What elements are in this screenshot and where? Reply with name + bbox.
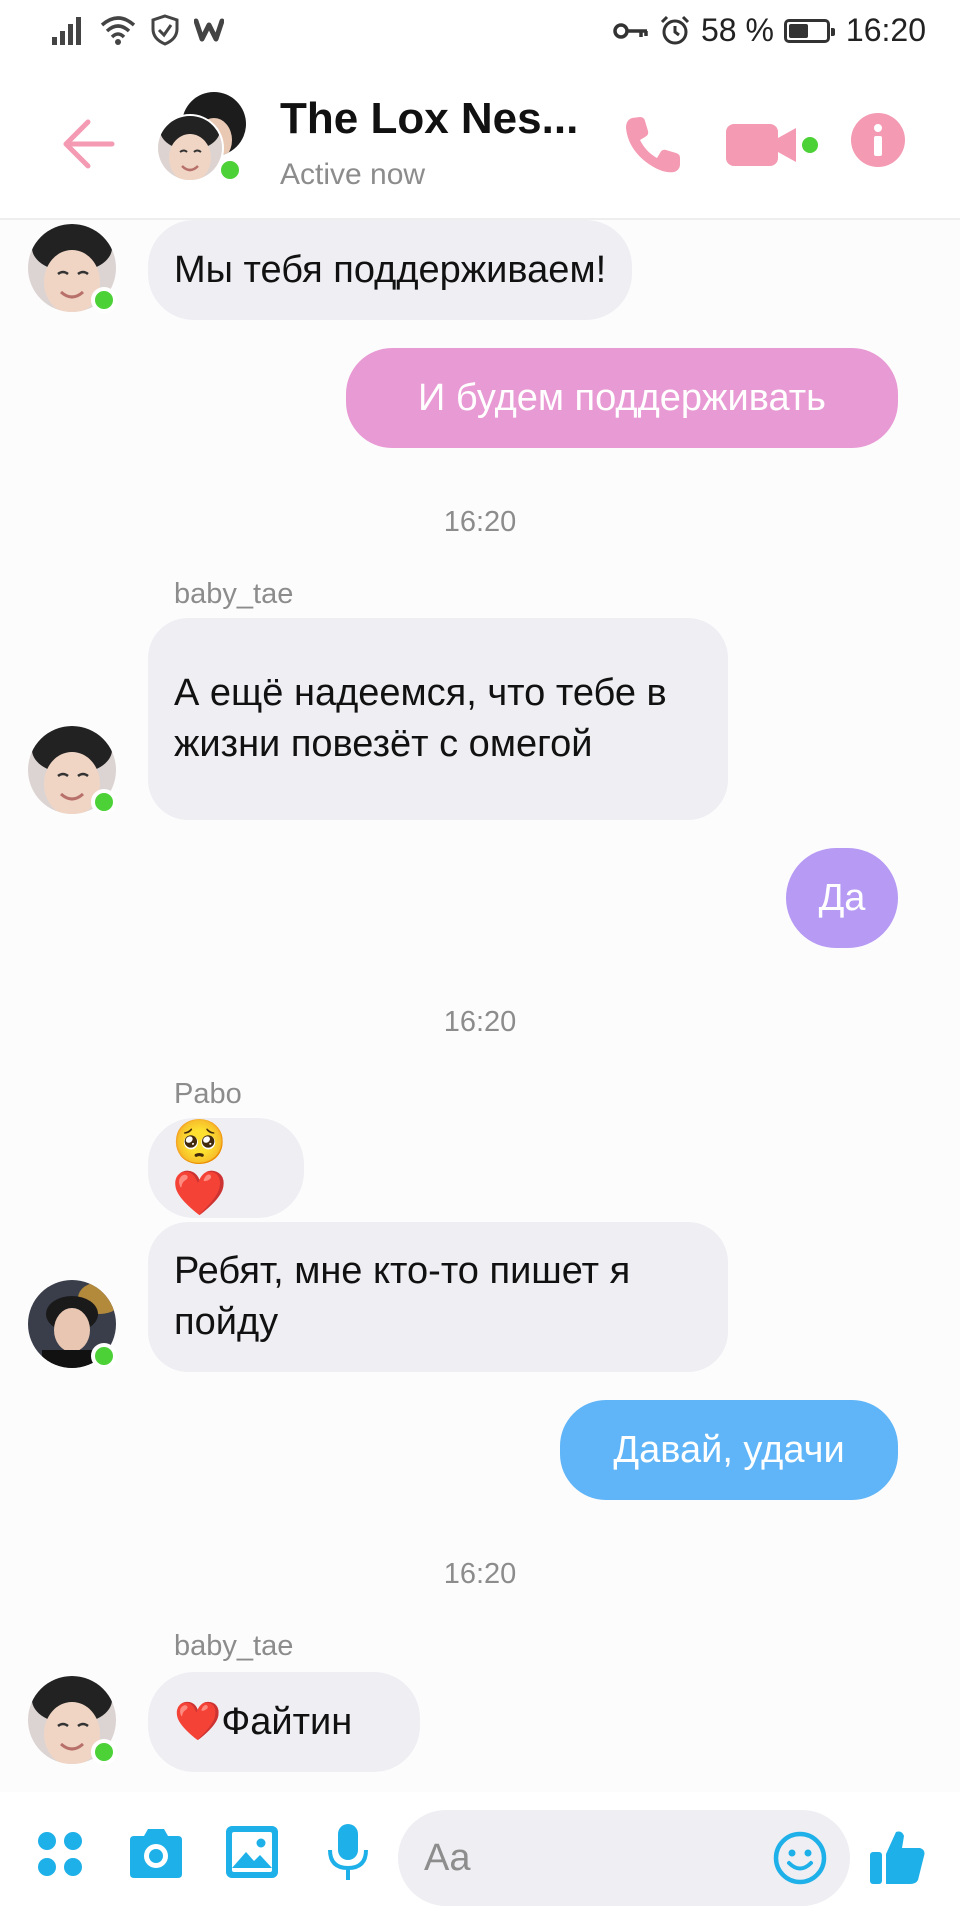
avatar[interactable] — [28, 1676, 120, 1768]
status-time: 16:20 — [845, 12, 926, 48]
sender-name: baby_tae — [174, 578, 294, 610]
active-status: Active now — [280, 158, 426, 191]
video-camera-icon[interactable] — [724, 116, 820, 176]
microphone-icon[interactable] — [326, 1822, 370, 1884]
phone-icon[interactable] — [618, 110, 688, 180]
emoji-icon[interactable] — [772, 1830, 828, 1886]
gallery-icon[interactable] — [224, 1824, 280, 1880]
status-left-icons — [52, 14, 224, 46]
wattpad-icon — [194, 18, 224, 42]
wifi-icon — [100, 16, 136, 45]
conversation-title[interactable]: The Lox Nes... — [280, 94, 580, 144]
outgoing-message-bubble[interactable]: Да — [786, 848, 898, 948]
avatar[interactable] — [28, 1280, 120, 1372]
back-arrow-icon[interactable] — [58, 114, 118, 174]
message-input[interactable] — [424, 1834, 744, 1882]
outgoing-message-bubble[interactable]: Давай, удачи — [560, 1400, 898, 1500]
camera-icon[interactable] — [126, 1826, 186, 1880]
avatar[interactable] — [28, 726, 120, 818]
timestamp: 16:20 — [443, 1006, 517, 1038]
battery-level — [788, 23, 809, 38]
key-icon — [613, 22, 648, 39]
thumbs-up-icon[interactable] — [866, 1826, 928, 1888]
signal-icon — [52, 17, 81, 45]
apps-grid-icon[interactable] — [36, 1830, 84, 1878]
sender-name: Pabo — [174, 1078, 242, 1110]
status-right-icons: 58 % 16:20 — [613, 12, 926, 49]
conversation-header: The Lox Nes... Active now — [0, 66, 960, 220]
battery-percent: 58 % — [700, 12, 774, 48]
avatar[interactable] — [28, 224, 120, 316]
sender-name: baby_tae — [174, 1630, 294, 1662]
outgoing-message-bubble[interactable]: И будем поддерживать — [346, 348, 898, 448]
timestamp: 16:20 — [443, 1558, 517, 1590]
info-icon[interactable] — [850, 112, 906, 168]
message-composer — [0, 1792, 960, 1920]
battery-icon — [783, 18, 835, 43]
timestamp: 16:20 — [443, 506, 517, 538]
message-bubble[interactable]: А ещё надеемся, что тебе в жизни повезёт… — [148, 618, 728, 820]
shield-icon — [151, 14, 179, 46]
message-input-container[interactable] — [398, 1810, 850, 1906]
status-bar: 58 % 16:20 — [0, 0, 960, 66]
message-bubble[interactable]: ❤️Файтин — [148, 1672, 420, 1772]
alarm-icon — [660, 15, 690, 44]
message-bubble[interactable]: Мы тебя поддерживаем! — [148, 220, 633, 320]
message-bubble[interactable]: Ребят, мне кто-то пишет я пойду — [148, 1222, 728, 1372]
emoji-message-bubble[interactable]: 🥺❤️ — [148, 1118, 304, 1218]
group-avatar[interactable] — [156, 90, 252, 186]
